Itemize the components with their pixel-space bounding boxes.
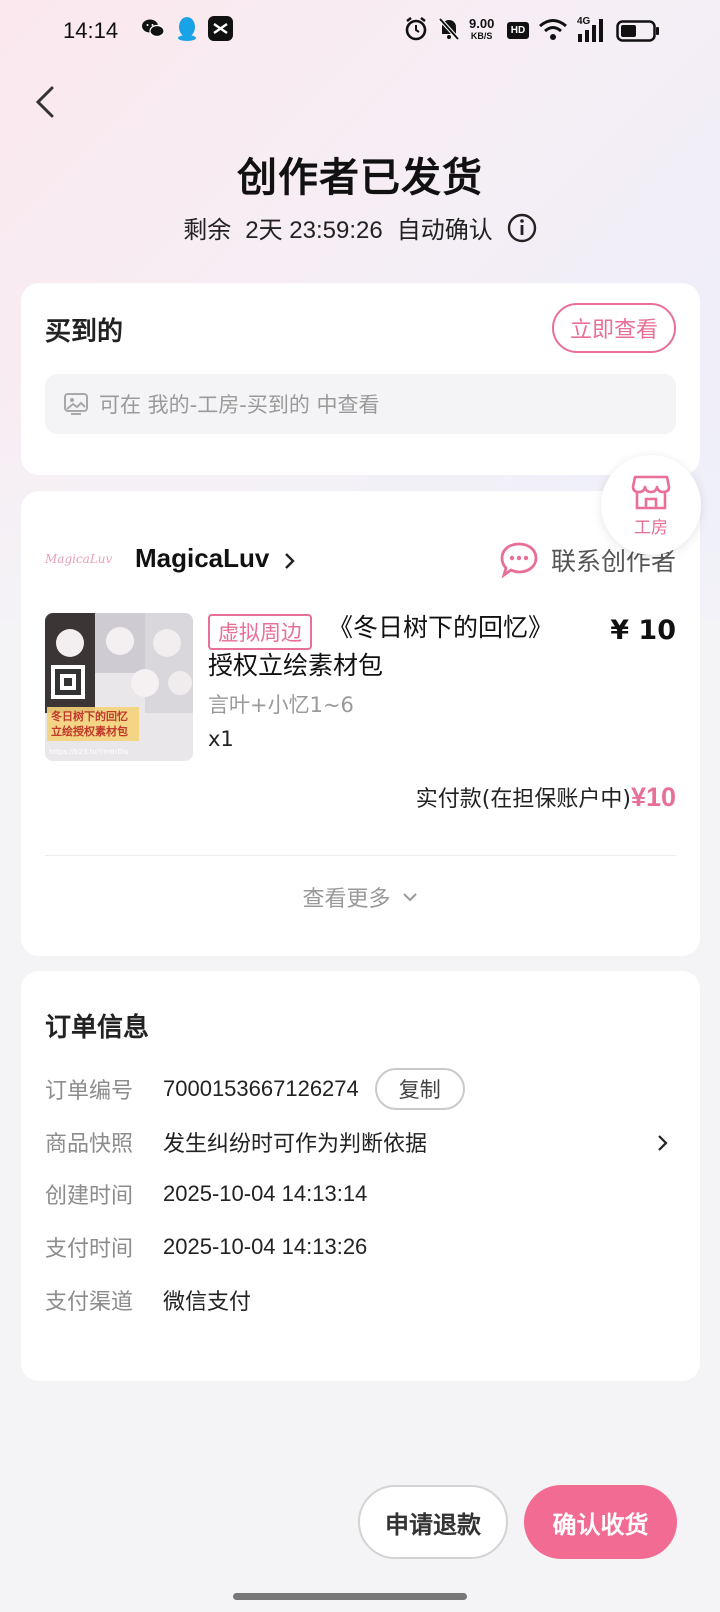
info-icon[interactable] (507, 213, 537, 243)
wechat-icon (142, 19, 165, 38)
order-number: 7000153667126274 (163, 1076, 359, 1101)
pay-time: 2025-10-04 14:13:26 (163, 1234, 368, 1259)
chat-bubble-icon (500, 542, 538, 579)
workshop-float-button[interactable]: 工房 (601, 455, 701, 555)
purchased-hint: 可在 我的-工房-买到的 中查看 (45, 374, 676, 434)
product-price: ¥ 10 (610, 615, 676, 646)
status-bar: 14:14 9.00 KB/S HD 4G (0, 0, 720, 66)
paid-amount-row: 实付款(在担保账户中) ¥10 (416, 781, 676, 813)
product-image[interactable]: 冬日树下的回忆 立绘授权素材包 https://b23.tv/Ym8rDis (45, 613, 193, 761)
divider (45, 855, 676, 856)
copy-button[interactable]: 复制 (374, 1068, 465, 1110)
snapshot-value: 发生纠纷时可作为判断依据 (163, 1131, 428, 1156)
paid-amount: ¥10 (630, 782, 676, 812)
battery-icon (616, 20, 659, 42)
product-spec: 言叶+小忆1~6 (208, 693, 354, 717)
pay-channel-row: 支付渠道 微信支付 (45, 1280, 676, 1320)
order-info-card: 订单信息 订单编号 7000153667126274 复制 商品快照 发生纠纷时… (21, 971, 700, 1381)
alarm-icon (405, 17, 427, 41)
purchased-card: 买到的 立即查看 可在 我的-工房-买到的 中查看 (21, 283, 700, 475)
chevron-right-icon (285, 553, 295, 569)
snapshot-row[interactable]: 商品快照 发生纠纷时可作为判断依据 (45, 1122, 676, 1162)
row-label: 订单编号 (45, 1079, 134, 1104)
request-refund-button[interactable]: 申请退款 (358, 1485, 508, 1559)
view-more-button[interactable]: 查看更多 (21, 881, 700, 913)
image-caption-line2: 立绘授权素材包 (51, 724, 128, 738)
create-time: 2025-10-04 14:13:14 (163, 1181, 368, 1206)
net-speed: 9.00 KB/S (469, 16, 495, 41)
confirm-receipt-button[interactable]: 确认收货 (524, 1485, 677, 1559)
countdown-time: 2天 23:59:26 (245, 217, 383, 244)
chevron-right-icon (658, 1135, 668, 1151)
home-indicator[interactable] (233, 1593, 467, 1600)
back-arrow-icon[interactable] (28, 82, 68, 122)
purchased-title: 买到的 (45, 317, 124, 347)
shop-icon (631, 475, 671, 509)
image-caption-line1: 冬日树下的回忆 (51, 709, 128, 723)
paid-label: 实付款(在担保账户中) (415, 787, 631, 812)
signal-icon: 4G (575, 14, 609, 44)
purchased-hint-text: 可在 我的-工房-买到的 中查看 (99, 393, 380, 417)
hd-icon: HD (507, 22, 529, 39)
row-label: 支付渠道 (45, 1290, 134, 1315)
row-label: 创建时间 (45, 1184, 134, 1209)
chevron-down-icon (402, 893, 417, 902)
order-info-title: 订单信息 (45, 1013, 150, 1043)
wifi-icon (539, 19, 567, 40)
mute-icon (438, 17, 460, 41)
image-url-text: https://b23.tv/Ym8rDis (49, 748, 129, 756)
status-time: 14:14 (63, 18, 119, 43)
pay-channel: 微信支付 (163, 1289, 252, 1314)
countdown-prefix: 剩余 (183, 216, 232, 244)
capcut-icon (208, 16, 233, 41)
row-label: 商品快照 (45, 1132, 134, 1157)
page-title: 创作者已发货 (237, 155, 483, 201)
row-label: 支付时间 (45, 1237, 134, 1262)
shop-name[interactable]: MagicaLuv (135, 543, 269, 574)
shop-logo: MagicaLuv (45, 552, 113, 566)
auto-confirm-countdown: 剩余 2天 23:59:26 自动确认 (0, 210, 720, 245)
virtual-goods-tag: 虚拟周边 (208, 614, 312, 650)
shop-row[interactable]: MagicaLuv MagicaLuv 联系创作者 (45, 539, 676, 585)
qq-icon (178, 17, 196, 41)
image-icon (64, 393, 88, 415)
view-more-label: 查看更多 (302, 887, 391, 912)
create-time-row: 创建时间 2025-10-04 14:13:14 (45, 1174, 676, 1214)
workshop-label: 工房 (634, 517, 668, 538)
countdown-suffix: 自动确认 (396, 216, 493, 244)
product-quantity: x1 (208, 727, 234, 751)
order-item-card: MagicaLuv MagicaLuv 联系创作者 冬日树下的回忆 立绘授权素材… (21, 491, 700, 956)
pay-time-row: 支付时间 2025-10-04 14:13:26 (45, 1227, 676, 1267)
view-now-button[interactable]: 立即查看 (552, 303, 676, 353)
order-number-row: 订单编号 7000153667126274 复制 (45, 1068, 676, 1110)
